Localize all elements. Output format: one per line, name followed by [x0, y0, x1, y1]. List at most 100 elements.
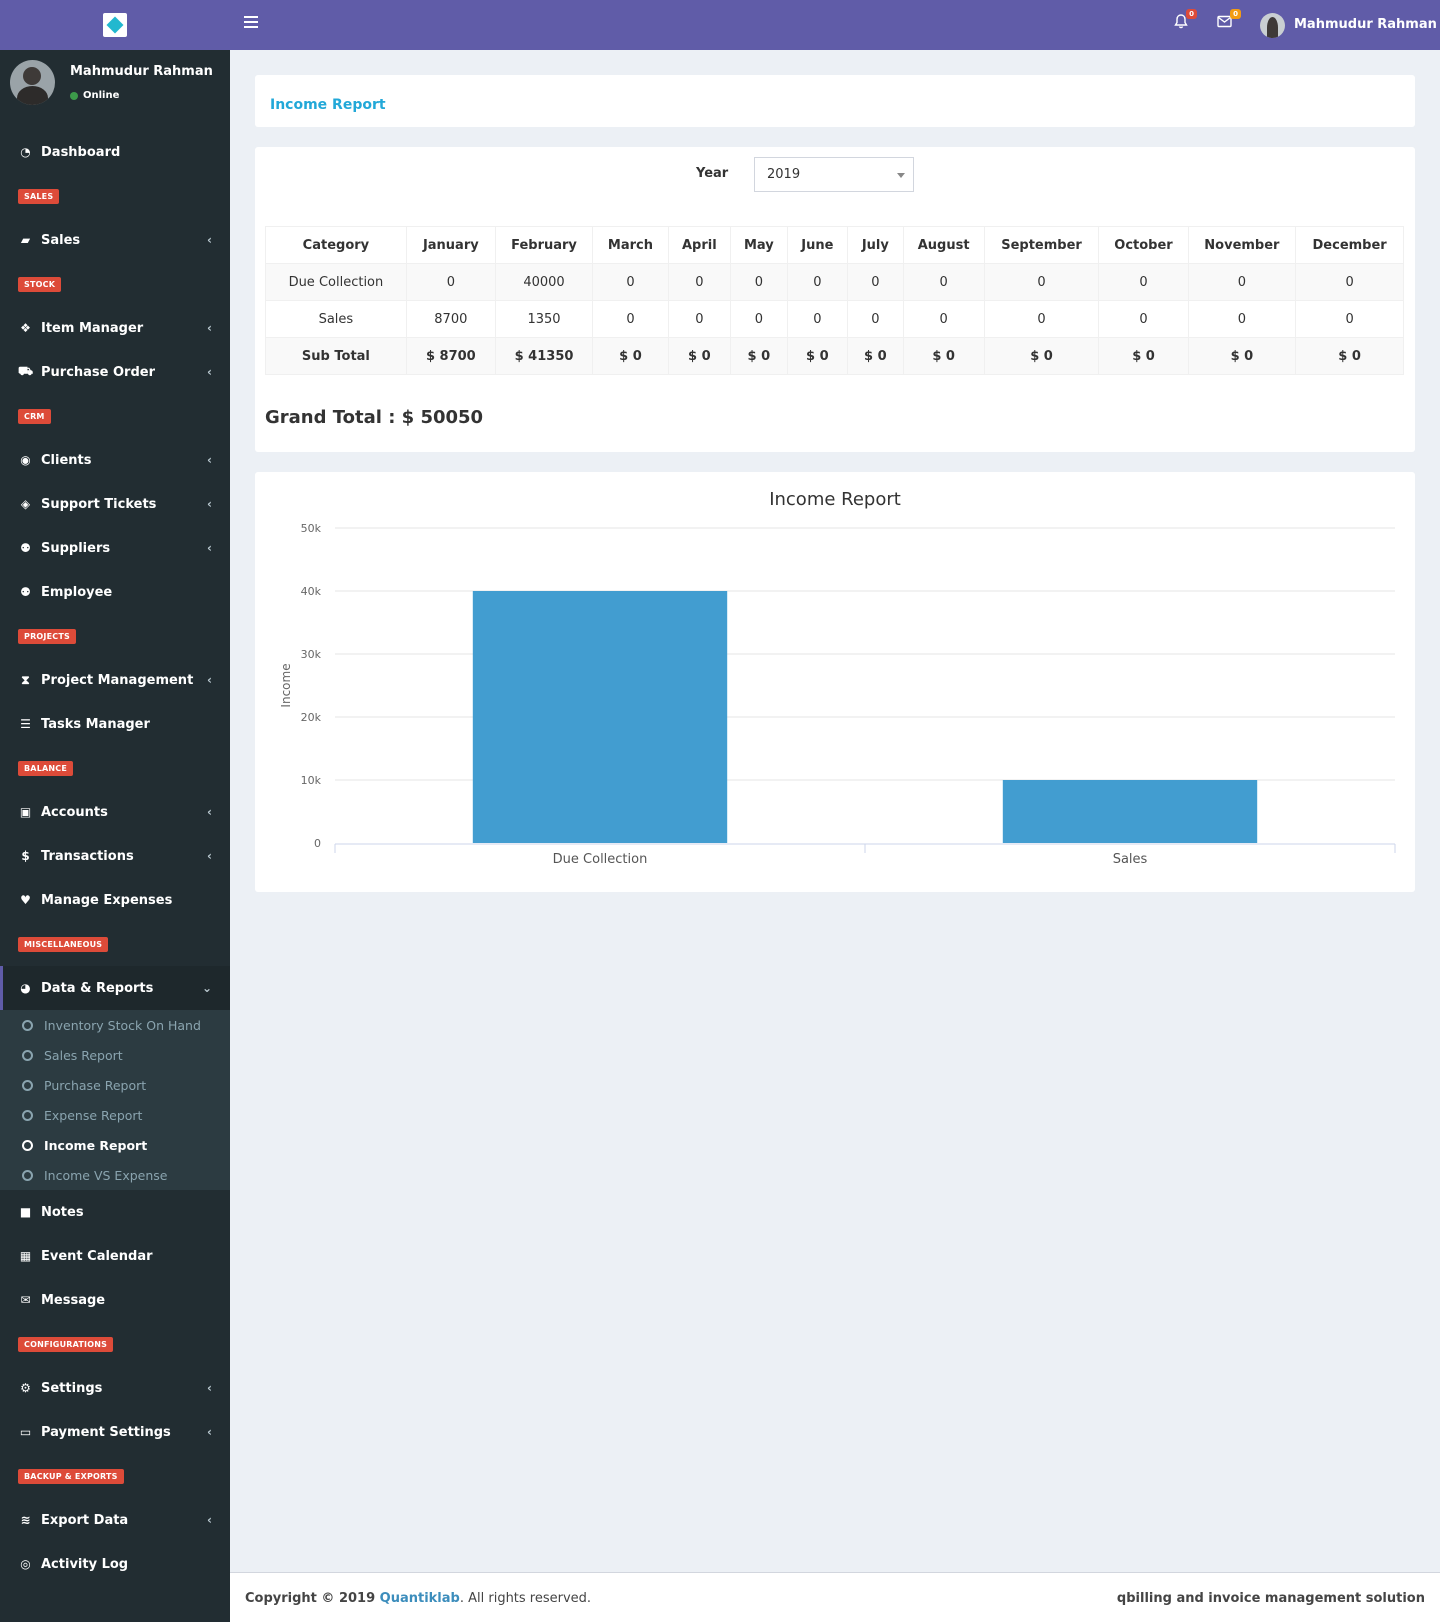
users-icon: ⚉ — [20, 585, 31, 599]
submenu-item-income-vs-expense[interactable]: Income VS Expense — [0, 1160, 230, 1190]
chevron-left-icon: ‹ — [207, 1513, 212, 1527]
table-header-row: Category January February March April May June… — [265, 226, 1404, 264]
column-header-january: January — [405, 226, 496, 264]
table-cell: 0 — [1187, 300, 1297, 338]
sidebar-item-employee[interactable]: ⚉ Employee — [0, 570, 230, 614]
table-cell: $ 0 — [592, 337, 669, 375]
cogs-icon: ⚙ — [20, 1381, 31, 1395]
top-user-name[interactable]: Mahmudur Rahman — [1294, 17, 1437, 32]
table-cell: 0 — [405, 263, 496, 301]
chevron-left-icon: ‹ — [207, 321, 212, 335]
user-status: Online — [70, 90, 119, 101]
submenu-item-expense-report[interactable]: Expense Report — [0, 1100, 230, 1130]
sidebar-item-label: Manage Expenses — [41, 892, 173, 908]
sidebar-item-tasks-manager[interactable]: ☰ Tasks Manager — [0, 702, 230, 746]
chevron-down-icon — [897, 173, 905, 178]
sidebar-item-notes[interactable]: ■ Notes — [0, 1190, 230, 1234]
user-avatar[interactable] — [1260, 13, 1285, 38]
year-select[interactable]: 2019 — [754, 157, 914, 192]
dashboard-icon: ◔ — [20, 145, 31, 159]
logo-area[interactable] — [0, 0, 230, 50]
sidebar-item-suppliers[interactable]: ⚉ Suppliers ‹ — [0, 526, 230, 570]
column-header-category: Category — [265, 226, 407, 264]
chevron-left-icon: ‹ — [207, 1425, 212, 1439]
table-cell: Sub Total — [265, 337, 407, 375]
sidebar-item-dashboard[interactable]: ◔ Dashboard — [0, 130, 230, 174]
chevron-down-icon: ⌄ — [201, 981, 212, 995]
sidebar-item-message[interactable]: ✉ Message — [0, 1278, 230, 1322]
sidebar-item-label: Item Manager — [41, 320, 144, 336]
sidebar-item-clients[interactable]: ◉ Clients ‹ — [0, 438, 230, 482]
y-tick-label: 50k — [301, 522, 322, 535]
users-icon: ⚉ — [20, 541, 31, 555]
company-link[interactable]: Quantiklab — [380, 1591, 460, 1606]
table-cell: $ 8700 — [405, 337, 496, 375]
submenu-data-reports: Inventory Stock On Hand Sales Report Purch… — [0, 1010, 230, 1190]
table-cell: 0 — [1295, 300, 1404, 338]
chevron-left-icon: ‹ — [207, 849, 212, 863]
sidebar-item-label: Employee — [41, 584, 113, 600]
section-badge-balance: BALANCE — [18, 760, 74, 776]
section-badge-sales: SALES — [18, 188, 60, 204]
submenu-item-purchase-report[interactable]: Purchase Report — [0, 1070, 230, 1100]
table-cell: $ 0 — [1295, 337, 1404, 375]
sidebar-item-data-and-reports[interactable]: ◕ Data & Reports ⌄ — [0, 966, 230, 1010]
y-tick-label: 30k — [301, 648, 322, 661]
submenu-item-label: Sales Report — [44, 1047, 123, 1063]
dollar-icon: $ — [21, 849, 30, 863]
sidebar-item-event-calendar[interactable]: ▦ Event Calendar — [0, 1234, 230, 1278]
sidebar-item-export-data[interactable]: ≋ Export Data ‹ — [0, 1498, 230, 1542]
table-row: Sub Total $ 8700 $ 41350 $ 0 $ 0 $ 0 $ 0 $ 0 $ 0… — [265, 337, 1404, 375]
sidebar-item-label: Event Calendar — [41, 1248, 153, 1264]
table-cell: 0 — [983, 300, 1100, 338]
menu-section-header: PROJECTS — [0, 614, 230, 658]
column-header-may: May — [729, 226, 788, 264]
table-cell: 8700 — [405, 300, 496, 338]
section-badge-projects: PROJECTS — [18, 628, 76, 644]
table-cell: 0 — [846, 300, 904, 338]
sidebar-item-accounts[interactable]: ▣ Accounts ‹ — [0, 790, 230, 834]
sidebar-item-activity-log[interactable]: ◎ Activity Log — [0, 1542, 230, 1586]
bar-sales — [1002, 780, 1258, 843]
chevron-left-icon: ‹ — [207, 233, 212, 247]
sidebar-toggle-icon[interactable] — [244, 16, 258, 28]
menu-section-header: BACKUP & EXPORTS — [0, 1454, 230, 1498]
submenu-item-income-report[interactable]: Income Report — [0, 1130, 230, 1160]
messages-count-badge: 0 — [1230, 9, 1241, 19]
hourglass-icon: ⧗ — [21, 672, 30, 687]
table-cell: 0 — [846, 263, 904, 301]
top-navbar: 0 0 Mahmudur Rahman — [230, 0, 1440, 50]
table-cell: 1350 — [494, 300, 594, 338]
y-axis-label: Income — [279, 663, 293, 707]
notifications-bell-icon[interactable]: 0 — [1174, 9, 1197, 33]
cube-logo-icon[interactable] — [103, 13, 127, 37]
sidebar-item-transactions[interactable]: $ Transactions ‹ — [0, 834, 230, 878]
copyright-prefix: Copyright © 2019 — [245, 1591, 380, 1606]
submenu-item-inventory-stock-on-hand[interactable]: Inventory Stock On Hand — [0, 1010, 230, 1040]
sidebar-item-payment-settings[interactable]: ▭ Payment Settings ‹ — [0, 1410, 230, 1454]
messages-envelope-icon[interactable]: 0 — [1217, 9, 1241, 32]
sidebar-item-purchase-order[interactable]: ⛟ Purchase Order ‹ — [0, 350, 230, 394]
sidebar-item-support-tickets[interactable]: ◈ Support Tickets ‹ — [0, 482, 230, 526]
submenu-item-sales-report[interactable]: Sales Report — [0, 1040, 230, 1070]
y-tick-label: 10k — [301, 774, 322, 787]
sidebar-item-settings[interactable]: ⚙ Settings ‹ — [0, 1366, 230, 1410]
footer-tagline: qbilling and invoice management solution — [1116, 1591, 1425, 1606]
notifications-count-badge: 0 — [1186, 9, 1197, 19]
sidebar-item-label: Settings — [41, 1380, 103, 1396]
table-cell: 0 — [902, 300, 985, 338]
menu-section-header: BALANCE — [0, 746, 230, 790]
sidebar-item-project-management[interactable]: ⧗ Project Management ‹ — [0, 658, 230, 702]
sidebar-item-item-manager[interactable]: ❖ Item Manager ‹ — [0, 306, 230, 350]
chevron-left-icon: ‹ — [207, 805, 212, 819]
user-name: Mahmudur Rahman — [70, 64, 213, 79]
table-cell: $ 41350 — [494, 337, 594, 375]
chevron-left-icon: ‹ — [207, 541, 212, 555]
sidebar-item-manage-expenses[interactable]: ♥ Manage Expenses — [0, 878, 230, 922]
copyright: Copyright © 2019 Quantiklab. All rights … — [245, 1591, 591, 1606]
table-cell: $ 0 — [786, 337, 848, 375]
table-cell: $ 0 — [1098, 337, 1189, 375]
sidebar-item-sales[interactable]: ▰ Sales ‹ — [0, 218, 230, 262]
online-status-dot-icon — [70, 91, 78, 100]
user-circle-icon: ◉ — [20, 453, 31, 467]
